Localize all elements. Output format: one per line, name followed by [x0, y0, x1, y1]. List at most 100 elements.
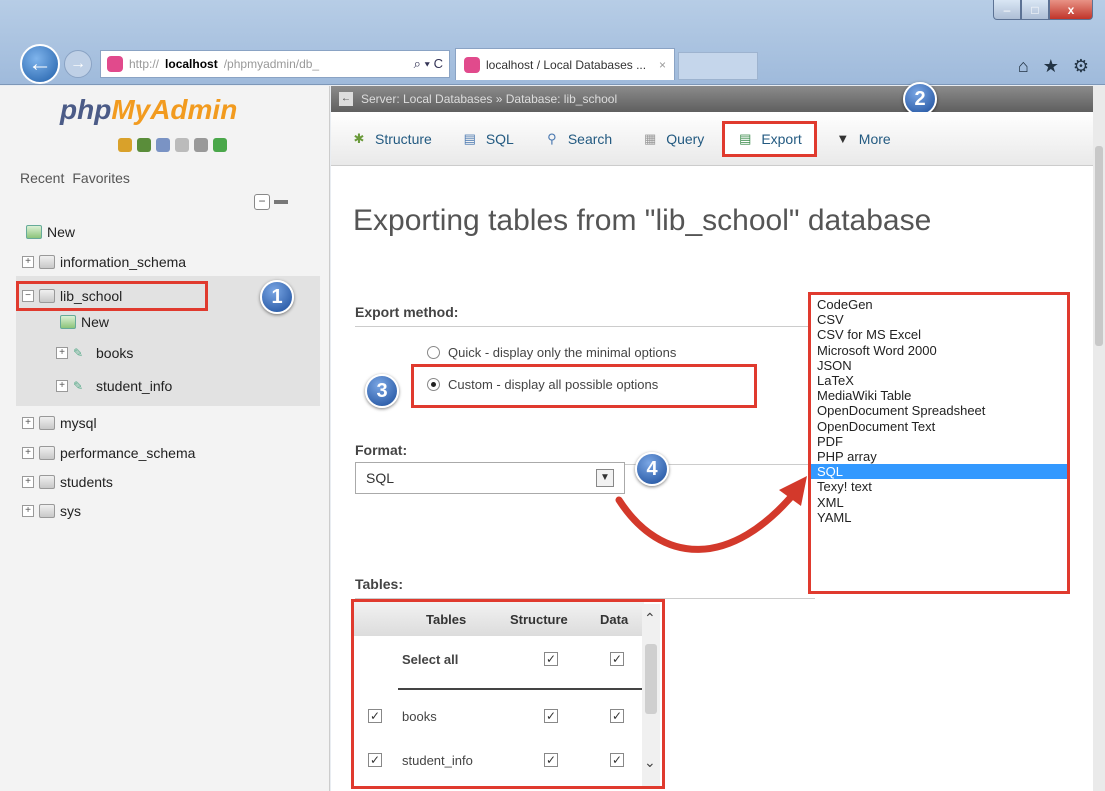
quick-export-option[interactable]: Quick - display only the minimal options: [427, 345, 676, 360]
format-option[interactable]: CSV for MS Excel: [817, 327, 1061, 342]
select-all-label: Select all: [402, 652, 459, 667]
back-button[interactable]: ←: [20, 44, 60, 84]
row-select-checkbox[interactable]: ✓: [368, 753, 382, 767]
expand-icon[interactable]: +: [22, 505, 34, 517]
tree-item-mysql[interactable]: + mysql: [22, 415, 97, 431]
sidebar-quick-icons: [118, 138, 227, 152]
home-icon[interactable]: ⌂: [1018, 56, 1029, 77]
data-checkbox[interactable]: ✓: [610, 753, 624, 767]
page-scroll-thumb[interactable]: [1095, 146, 1103, 346]
format-dropdown-list[interactable]: CodeGen CSV CSV for MS Excel Microsoft Word…: [808, 292, 1070, 594]
select-all-structure-checkbox[interactable]: ✓: [544, 652, 558, 666]
divider: [355, 326, 815, 327]
structure-checkbox[interactable]: ✓: [544, 709, 558, 723]
format-option[interactable]: YAML: [817, 510, 1061, 525]
main-content: ← Server: Local Databases » Database: li…: [331, 82, 1093, 791]
scroll-thumb[interactable]: [645, 644, 657, 714]
tree-item-new[interactable]: New: [26, 224, 75, 240]
browser-tab[interactable]: localhost / Local Databases ... ×: [455, 48, 675, 80]
maximize-button[interactable]: □: [1021, 0, 1049, 20]
format-option[interactable]: CodeGen: [817, 297, 1061, 312]
structure-icon: ✱: [353, 130, 365, 146]
docs-icon[interactable]: [156, 138, 170, 152]
phpmyadmin-logo[interactable]: phpMyAdmin: [60, 94, 237, 126]
tab-structure[interactable]: ✱ Structure: [339, 121, 444, 157]
format-option[interactable]: PHP array: [817, 449, 1061, 464]
address-bar[interactable]: http:// localhost/phpmyadmin/db_ ⌕ ▾ C: [100, 50, 450, 78]
settings-icon[interactable]: [194, 138, 208, 152]
chart-icon[interactable]: [137, 138, 151, 152]
scroll-down-icon[interactable]: ⌄: [644, 754, 656, 771]
annotation-highlight-custom: [411, 364, 757, 408]
row-select-checkbox[interactable]: ✓: [368, 709, 382, 723]
tree-item-books[interactable]: + ✎ books: [56, 345, 133, 361]
help-icon[interactable]: [175, 138, 189, 152]
expand-icon[interactable]: +: [56, 380, 68, 392]
format-option[interactable]: Microsoft Word 2000: [817, 343, 1061, 358]
minimize-button[interactable]: –: [993, 0, 1021, 20]
database-icon: [39, 446, 55, 460]
forward-arrow-icon: →: [70, 55, 86, 72]
tree-item-information-schema[interactable]: + information_schema: [22, 254, 186, 270]
annotation-highlight-lib-school: [16, 281, 208, 311]
format-option[interactable]: XML: [817, 495, 1061, 510]
select-all-data-checkbox[interactable]: ✓: [610, 652, 624, 666]
format-select[interactable]: SQL ▼: [355, 462, 625, 494]
col-header-data: Data: [600, 612, 629, 627]
collapse-nav-icon[interactable]: ←: [339, 92, 353, 106]
quick-radio[interactable]: [427, 346, 440, 359]
breadcrumb-text[interactable]: Server: Local Databases » Database: lib_…: [361, 92, 617, 106]
tree-item-student-info[interactable]: + ✎ student_info: [56, 378, 172, 394]
database-icon: [39, 416, 55, 430]
address-host: localhost: [165, 57, 218, 71]
format-option[interactable]: OpenDocument Spreadsheet: [817, 403, 1061, 418]
tab-export[interactable]: ▤ Export: [722, 120, 817, 157]
expand-icon[interactable]: +: [22, 417, 34, 429]
new-table-icon: [60, 315, 76, 329]
format-option[interactable]: CSV: [817, 312, 1061, 327]
query-icon: ▦: [644, 130, 657, 146]
tab-sql[interactable]: ▤ SQL: [450, 121, 526, 157]
tree-item-lib-school-new[interactable]: New: [60, 314, 109, 330]
address-tools[interactable]: ⌕ ▾ C: [414, 56, 443, 72]
tab-close-icon[interactable]: ×: [659, 58, 666, 72]
address-path: /phpmyadmin/db_: [223, 57, 320, 71]
tab-search[interactable]: ⚲ Search: [532, 121, 624, 157]
tree-item-students[interactable]: + students: [22, 474, 113, 490]
recent-tab[interactable]: Recent: [20, 170, 64, 186]
tree-item-performance-schema[interactable]: + performance_schema: [22, 445, 195, 461]
format-option[interactable]: OpenDocument Text: [817, 419, 1061, 434]
settings-gear-icon[interactable]: ⚙: [1073, 56, 1089, 77]
format-option[interactable]: PDF: [817, 434, 1061, 449]
scroll-up-icon[interactable]: ⌃: [644, 610, 656, 627]
format-option[interactable]: SQL: [811, 464, 1067, 480]
structure-checkbox[interactable]: ✓: [544, 753, 558, 767]
window-controls: – □ x: [993, 0, 1093, 20]
expand-icon[interactable]: +: [22, 447, 34, 459]
format-option[interactable]: JSON: [817, 358, 1061, 373]
browser-toolbar: ⌂ ★ ⚙: [1018, 56, 1089, 77]
expand-icon[interactable]: +: [56, 347, 68, 359]
page-scrollbar[interactable]: [1093, 86, 1105, 791]
collapse-all-button[interactable]: −: [254, 194, 288, 210]
sql-icon: ▤: [463, 130, 476, 146]
new-tab-button[interactable]: [678, 52, 758, 80]
format-option[interactable]: Texy! text: [817, 479, 1061, 494]
close-window-button[interactable]: x: [1049, 0, 1093, 20]
tab-more[interactable]: ▼ More: [823, 121, 903, 157]
home-icon[interactable]: [118, 138, 132, 152]
favorites-star-icon[interactable]: ★: [1043, 56, 1059, 77]
col-header-structure: Structure: [510, 612, 568, 627]
table-name: books: [402, 709, 437, 724]
data-checkbox[interactable]: ✓: [610, 709, 624, 723]
favorites-tab[interactable]: Favorites: [72, 170, 130, 186]
tab-query[interactable]: ▦ Query: [630, 121, 716, 157]
format-option[interactable]: LaTeX: [817, 373, 1061, 388]
tree-item-sys[interactable]: + sys: [22, 503, 81, 519]
format-option[interactable]: MediaWiki Table: [817, 388, 1061, 403]
expand-icon[interactable]: +: [22, 476, 34, 488]
forward-button[interactable]: →: [64, 50, 92, 78]
expand-icon[interactable]: +: [22, 256, 34, 268]
reload-icon[interactable]: [213, 138, 227, 152]
tables-scrollbar[interactable]: ⌃ ⌄: [642, 604, 660, 786]
